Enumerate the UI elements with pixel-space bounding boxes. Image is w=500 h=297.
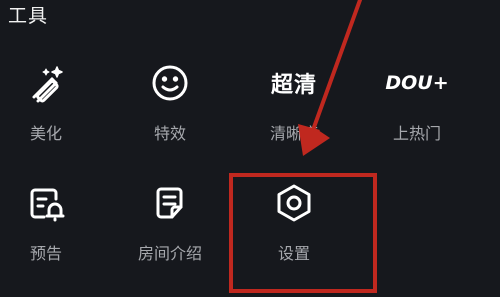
tool-beautify[interactable]: 美化: [1, 60, 91, 160]
annotation-highlight-box: [229, 173, 377, 293]
section-title: 工具: [8, 5, 49, 27]
hd-quality-icon-text: 超清: [271, 73, 318, 98]
calendar-bell-icon: [23, 180, 69, 226]
smiley-icon: [147, 60, 193, 106]
tool-dou-plus[interactable]: DOU+ 上热门: [372, 60, 462, 160]
dou-plus-icon: DOU+: [385, 60, 448, 106]
tool-room-intro[interactable]: 房间介绍: [125, 180, 215, 280]
tool-label: 特效: [153, 124, 186, 143]
tool-clarity[interactable]: 超清 清晰度: [249, 60, 339, 160]
note-edit-icon: [147, 180, 193, 226]
tool-label: 美化: [29, 124, 62, 143]
tool-label: 预告: [29, 244, 62, 263]
tool-effects[interactable]: 特效: [125, 60, 215, 160]
tool-label: 清晰度: [269, 124, 318, 143]
hd-quality-icon: 超清: [271, 60, 317, 106]
tool-label: 房间介绍: [137, 244, 202, 263]
dou-plus-icon-text: DOU+: [385, 72, 449, 94]
tool-label: 上热门: [392, 124, 441, 143]
magic-wand-icon: [23, 60, 69, 106]
tool-announcement[interactable]: 预告: [1, 180, 91, 280]
